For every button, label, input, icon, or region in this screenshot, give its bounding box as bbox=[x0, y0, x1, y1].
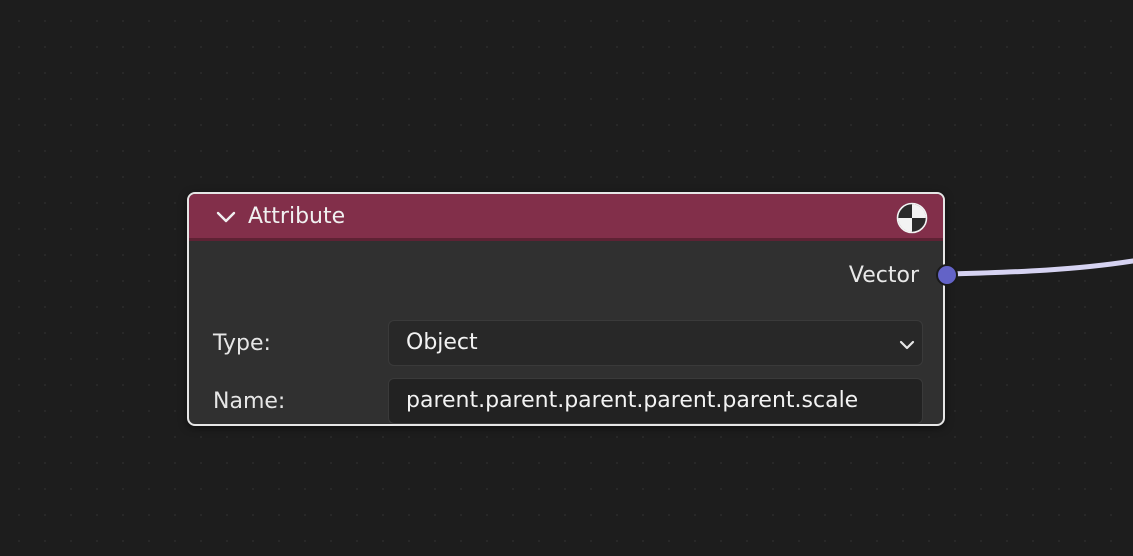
name-input-value: parent.parent.parent.parent.parent.scale bbox=[406, 388, 859, 413]
chevron-down-icon bbox=[899, 340, 915, 350]
material-preview-icon[interactable] bbox=[896, 202, 928, 234]
node-header[interactable]: Attribute bbox=[189, 194, 943, 241]
output-vector-label: Vector bbox=[848, 263, 919, 288]
vector-output-socket[interactable] bbox=[936, 264, 958, 286]
type-label: Type: bbox=[213, 331, 271, 356]
type-dropdown[interactable]: Object bbox=[388, 320, 923, 366]
node-title: Attribute bbox=[248, 204, 346, 229]
name-label: Name: bbox=[213, 389, 286, 414]
attribute-node[interactable]: Attribute Vector Type: Object Name: pare… bbox=[187, 192, 945, 426]
chevron-down-icon[interactable] bbox=[215, 208, 237, 226]
name-input[interactable]: parent.parent.parent.parent.parent.scale bbox=[388, 378, 923, 424]
type-dropdown-value: Object bbox=[406, 330, 478, 355]
